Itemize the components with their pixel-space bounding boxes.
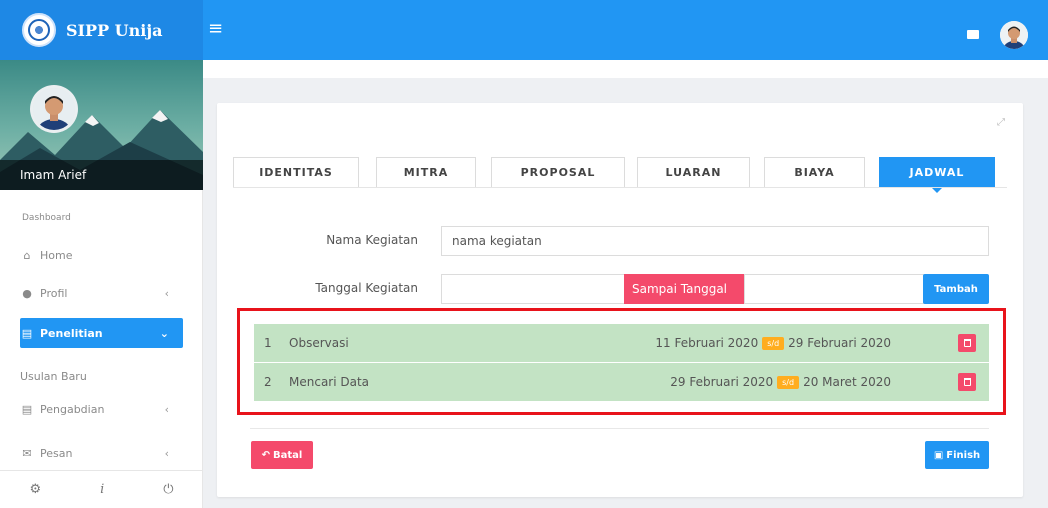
sidebar-footer: ⚙ i ⏻ (0, 470, 203, 508)
university-logo (22, 13, 56, 47)
sidebar-subitem-usulan-baru[interactable]: Usulan Baru (20, 370, 87, 383)
tab-jadwal[interactable]: JADWAL (879, 157, 995, 193)
power-icon[interactable]: ⏻ (163, 482, 173, 497)
finish-label: Finish (946, 449, 981, 461)
top-navbar: SIPP Unija ≡ (0, 0, 1048, 60)
profile-banner: Imam Arief (0, 60, 203, 190)
list-icon: ▤ (21, 402, 33, 416)
tab-identitas[interactable]: IDENTITAS (233, 157, 359, 187)
nama-kegiatan-input[interactable]: nama kegiatan (441, 226, 989, 256)
batal-button[interactable]: ↶ Batal (251, 441, 313, 469)
sidebar-section-label: Dashboard (22, 213, 71, 223)
tanggal-kegiatan-label: Tanggal Kegiatan (315, 281, 418, 295)
sidebar-item-label: Pesan (40, 446, 73, 460)
user-icon: ● (22, 286, 32, 300)
sidebar-item-label: Home (40, 248, 73, 262)
tab-biaya[interactable]: BIAYA (764, 157, 865, 187)
tanggal-selesai-input[interactable] (744, 274, 924, 304)
profile-name-bar: Imam Arief (0, 160, 203, 190)
card-divider (250, 428, 989, 429)
home-icon: ⌂ (23, 248, 31, 262)
chevron-left-icon: ‹ (164, 286, 169, 300)
batal-label: Batal (273, 449, 303, 461)
sidebar-item-pesan[interactable]: ✉ Pesan ‹ (20, 438, 183, 468)
content-header-bar (203, 60, 1048, 78)
sidebar-item-label: Profil (40, 286, 68, 300)
tambah-button[interactable]: Tambah (923, 274, 989, 304)
sidebar-item-home[interactable]: ⌂ Home (20, 240, 183, 270)
sidebar: Imam Arief Dashboard ⌂ Home ● Profil ‹ ▤… (0, 60, 203, 508)
nama-kegiatan-label: Nama Kegiatan (326, 233, 418, 247)
highlight-annotation-box (237, 308, 1006, 415)
finish-button[interactable]: ▣ Finish (925, 441, 989, 469)
brand[interactable]: SIPP Unija (0, 0, 203, 60)
sidebar-item-label: Pengabdian (40, 402, 105, 416)
chevron-left-icon: ‹ (164, 446, 169, 460)
expand-icon[interactable]: ⤢ (997, 117, 1005, 128)
profile-name: Imam Arief (20, 168, 87, 182)
tanggal-mulai-input[interactable] (441, 274, 625, 304)
app-title: SIPP Unija (66, 20, 163, 40)
undo-icon: ↶ (261, 449, 271, 461)
sidebar-item-penelitian[interactable]: ▤ Penelitian ⌄ (20, 318, 183, 348)
info-icon[interactable]: i (100, 482, 104, 497)
sidebar-item-label: Penelitian (40, 326, 103, 340)
tabs-underline (233, 187, 1007, 188)
tab-proposal[interactable]: PROPOSAL (491, 157, 625, 187)
settings-icon[interactable]: ⚙ (29, 482, 41, 497)
sidebar-item-profil[interactable]: ● Profil ‹ (20, 278, 183, 308)
sidebar-item-pengabdian[interactable]: ▤ Pengabdian ‹ (20, 394, 183, 424)
chevron-down-icon: ⌄ (159, 326, 169, 340)
chevron-left-icon: ‹ (164, 402, 169, 416)
tab-mitra[interactable]: MITRA (376, 157, 476, 187)
mail-icon: ✉ (22, 446, 32, 460)
profile-avatar[interactable] (30, 85, 78, 133)
user-avatar-icon[interactable] (1000, 21, 1028, 49)
tab-luaran[interactable]: LUARAN (637, 157, 750, 187)
sampai-tanggal-addon: Sampai Tanggal (624, 274, 744, 304)
list-icon: ▤ (21, 326, 33, 340)
mail-icon[interactable] (967, 30, 979, 39)
hamburger-icon[interactable]: ≡ (208, 18, 223, 40)
save-icon: ▣ (933, 449, 944, 461)
